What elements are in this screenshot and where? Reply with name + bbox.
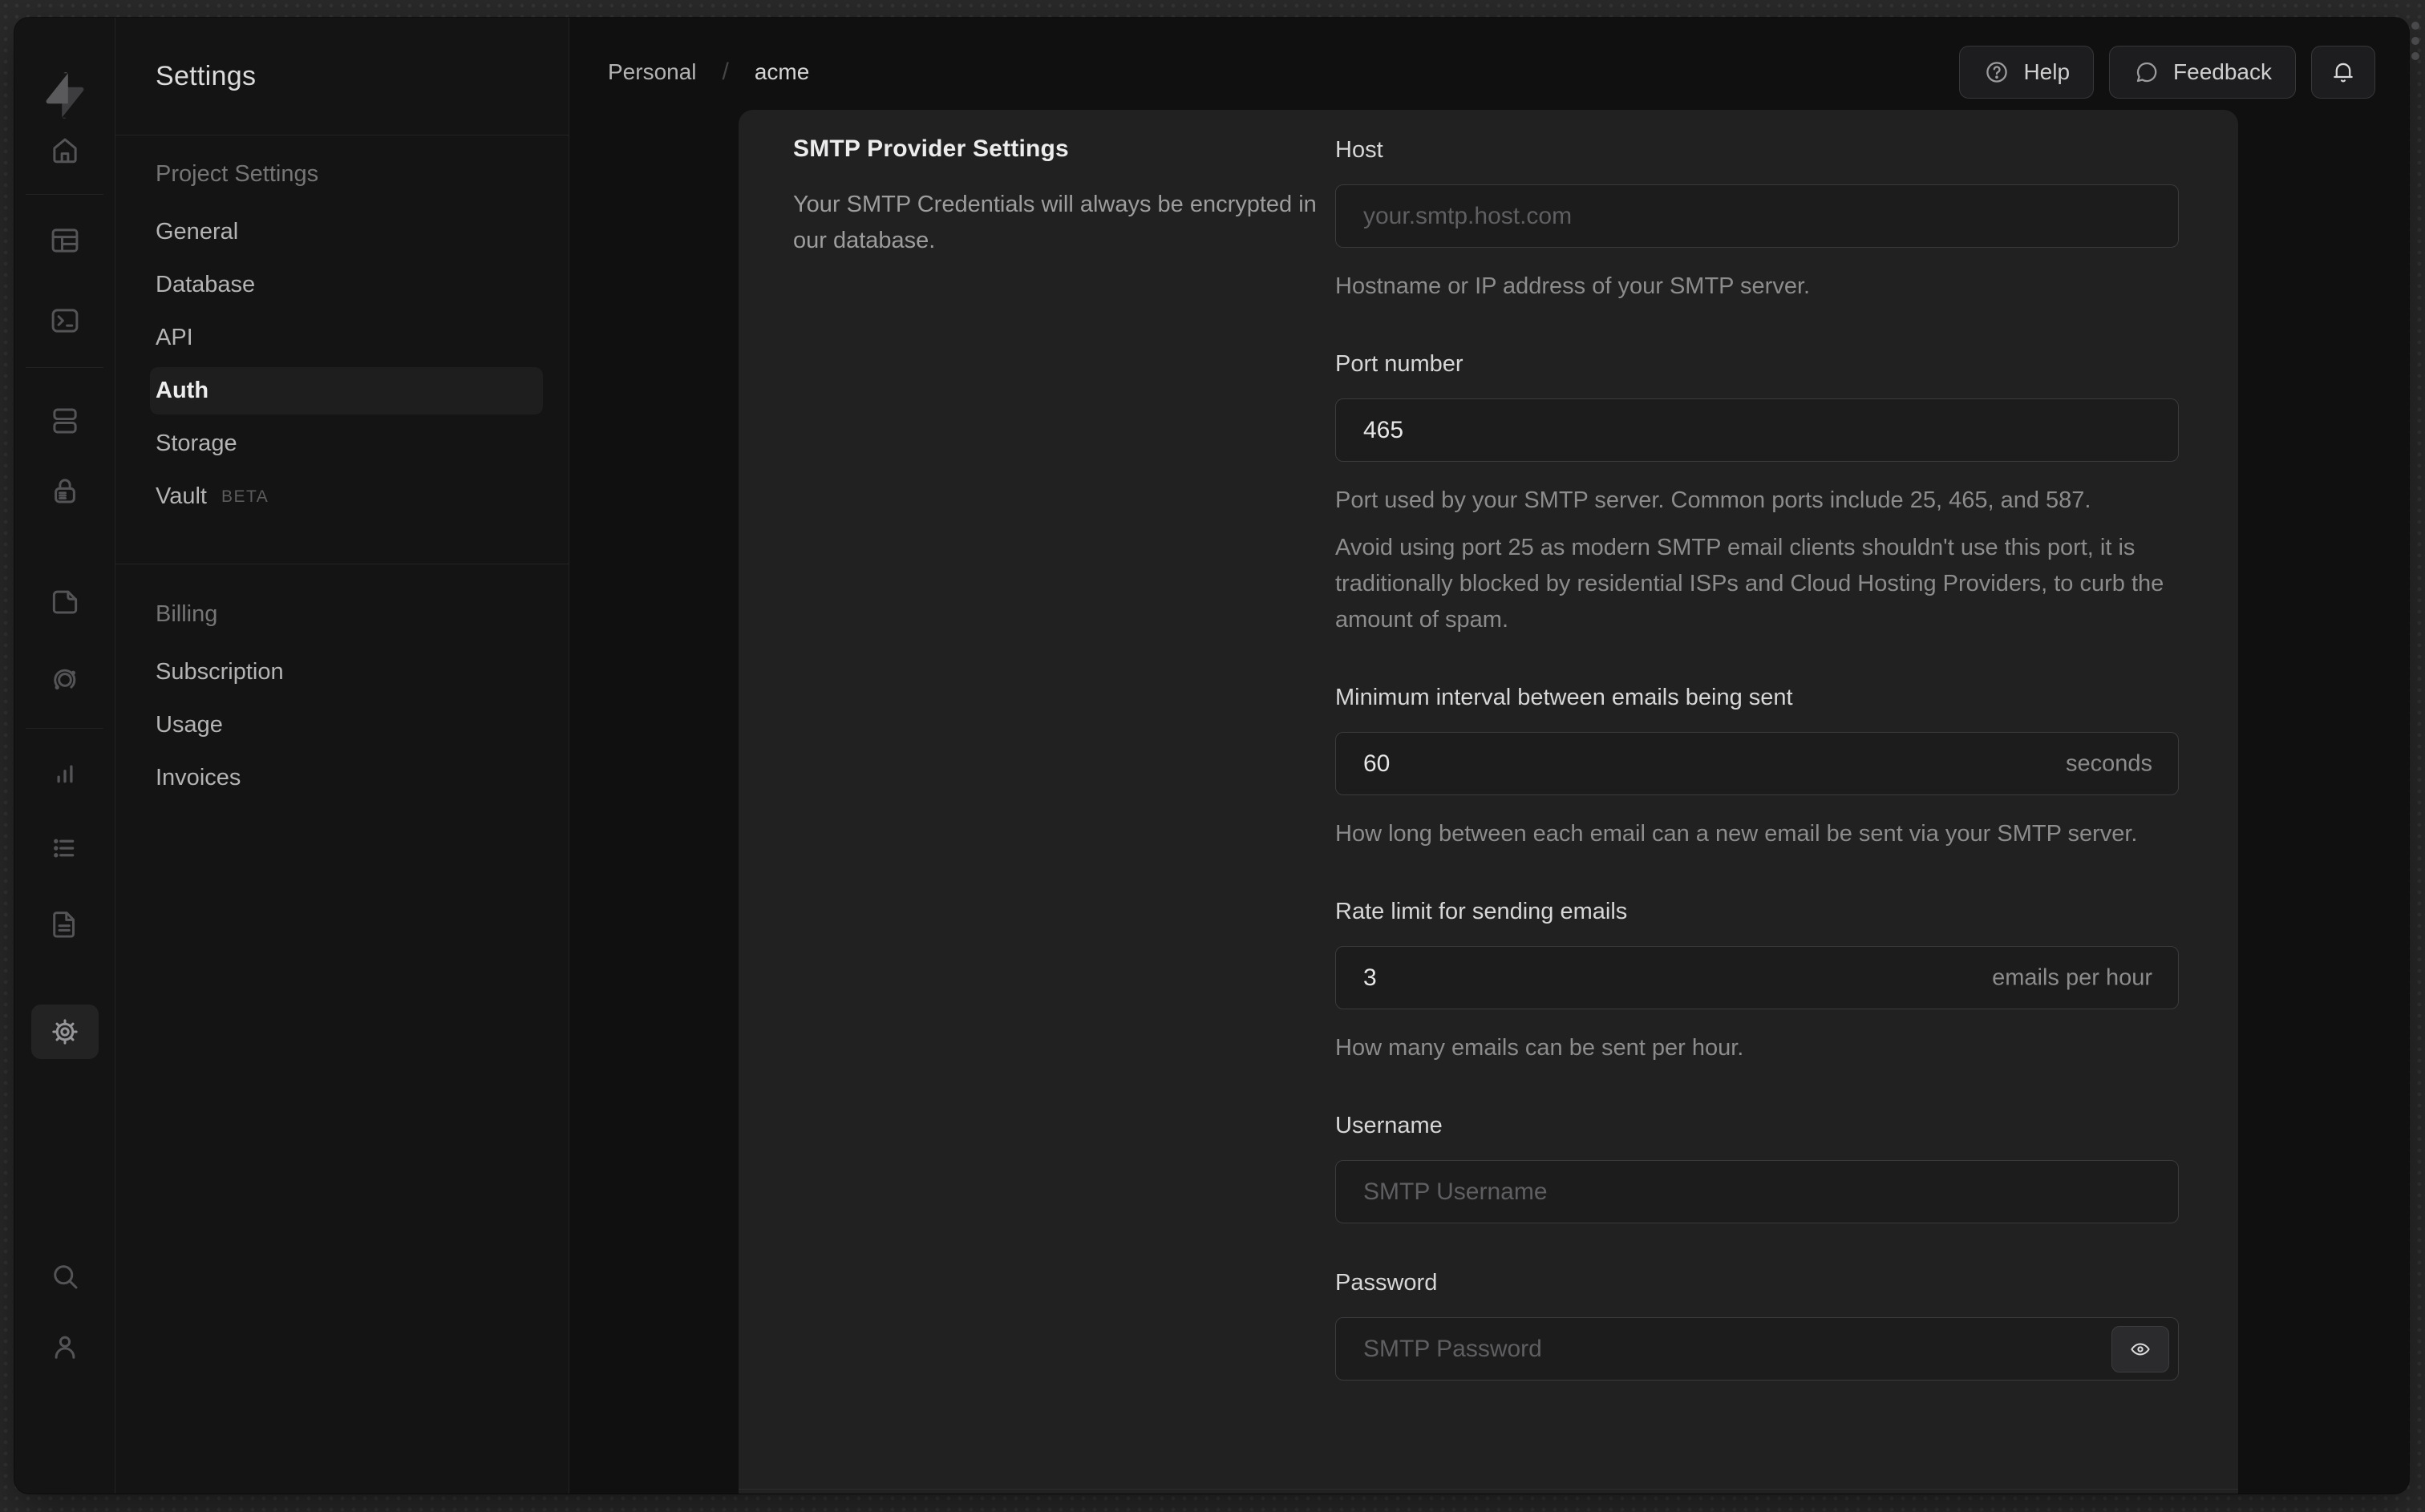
host-helper: Hostname or IP address of your SMTP serv… [1335,273,1811,299]
edge-functions-icon[interactable] [31,653,99,707]
feedback-bubble-icon [2136,62,2157,82]
port-helper: Port used by your SMTP server. Common po… [1335,487,2091,513]
sidebar-item-storage[interactable]: Storage [150,420,543,467]
password-label: Password [1335,1270,1438,1296]
host-field-group: Host Hostname or IP address of your SMTP… [1335,137,2179,305]
api-docs-icon[interactable] [31,897,99,952]
help-button[interactable]: Help [1959,45,2095,99]
username-input[interactable] [1335,1160,2179,1223]
password-field-group: Password [1335,1270,2179,1381]
auth-lock-icon[interactable] [31,463,99,518]
port-field-group: Port number Port used by your SMTP serve… [1335,351,2179,638]
app-window: Settings Project Settings General Databa… [14,18,2409,1494]
rail-divider [26,194,103,195]
rate-limit-input[interactable] [1335,946,2179,1009]
username-field-group: Username [1335,1113,2179,1223]
card-section-divider [739,1489,2238,1490]
main-content: Personal / acme Help Feedback SMTP Provi… [569,18,2409,1494]
home-icon[interactable] [31,123,99,177]
table-editor-icon[interactable] [31,213,99,268]
rate-limit-field-group: Rate limit for sending emails emails per… [1335,899,2179,1066]
storage-icon[interactable] [31,574,99,629]
desktop-background: { "colors": { "frame_bg": "#2a2a2b", "wi… [0,0,2425,1512]
sidebar-item-invoices[interactable]: Invoices [150,754,543,802]
interval-input[interactable] [1335,732,2179,795]
bell-icon [2334,63,2353,83]
password-input[interactable] [1335,1317,2179,1381]
section-header-billing: Billing [156,601,218,627]
sql-editor-icon[interactable] [31,293,99,348]
feedback-button[interactable]: Feedback [2109,45,2296,99]
reveal-password-button[interactable] [2111,1325,2169,1373]
sidebar-header: Settings [115,18,569,135]
sidebar-item-api[interactable]: API [150,314,543,362]
sidebar-nav: Project Settings General Database API Au… [115,135,569,807]
beta-badge: BETA [221,487,269,506]
sidebar-item-auth[interactable]: Auth [150,367,543,414]
breadcrumb-separator: / [722,58,729,85]
top-bar-actions: Help Feedback [1959,45,2375,99]
rate-limit-helper: How many emails can be sent per hour. [1335,1035,1744,1061]
host-input[interactable] [1335,184,2179,248]
interval-field-group: Minimum interval between emails being se… [1335,685,2179,852]
port-input[interactable] [1335,398,2179,462]
breadcrumb-project[interactable]: acme [755,59,809,85]
breadcrumb: Personal / acme [608,59,809,86]
eye-icon [2131,1343,2150,1355]
smtp-card-form: Host Hostname or IP address of your SMTP… [1335,110,2179,1494]
icon-rail [14,18,115,1494]
notifications-button[interactable] [2311,45,2375,99]
sidebar-item-vault[interactable]: Vault BETA [150,473,543,520]
host-label: Host [1335,137,1383,163]
section-header-project-settings: Project Settings [156,161,319,187]
settings-gear-icon[interactable] [30,1005,99,1059]
interval-helper: How long between each email can a new em… [1335,821,2138,847]
rail-divider [26,728,103,729]
smtp-card-description: Your SMTP Credentials will always be enc… [793,192,1317,253]
settings-sidebar: Settings Project Settings General Databa… [115,18,569,1494]
sidebar-item-subscription[interactable]: Subscription [150,649,543,696]
rate-limit-label: Rate limit for sending emails [1335,899,1628,924]
sidebar-item-general[interactable]: General [150,208,543,256]
logs-icon[interactable] [31,821,99,875]
port-label: Port number [1335,351,1464,377]
reports-icon[interactable] [31,747,99,802]
smtp-settings-card: SMTP Provider Settings Your SMTP Credent… [739,110,2238,1494]
username-label: Username [1335,1113,1443,1138]
database-icon[interactable] [31,394,99,448]
smtp-card-title: SMTP Provider Settings [793,135,1069,162]
port-note: Avoid using port 25 as modern SMTP email… [1335,535,2164,633]
breadcrumb-org[interactable]: Personal [608,59,697,85]
rail-divider [26,367,103,368]
interval-label: Minimum interval between emails being se… [1335,685,1793,710]
sidebar-item-database[interactable]: Database [150,261,543,309]
frame-scroll-dots [2411,22,2419,60]
help-circle-icon [1986,61,2008,83]
search-icon[interactable] [31,1249,99,1304]
sidebar-item-usage[interactable]: Usage [150,701,543,749]
smtp-card-intro: SMTP Provider Settings Your SMTP Credent… [739,110,1335,1494]
supabase-logo-icon[interactable] [38,69,91,122]
account-user-icon[interactable] [31,1320,99,1374]
page-title: Settings [156,60,257,91]
